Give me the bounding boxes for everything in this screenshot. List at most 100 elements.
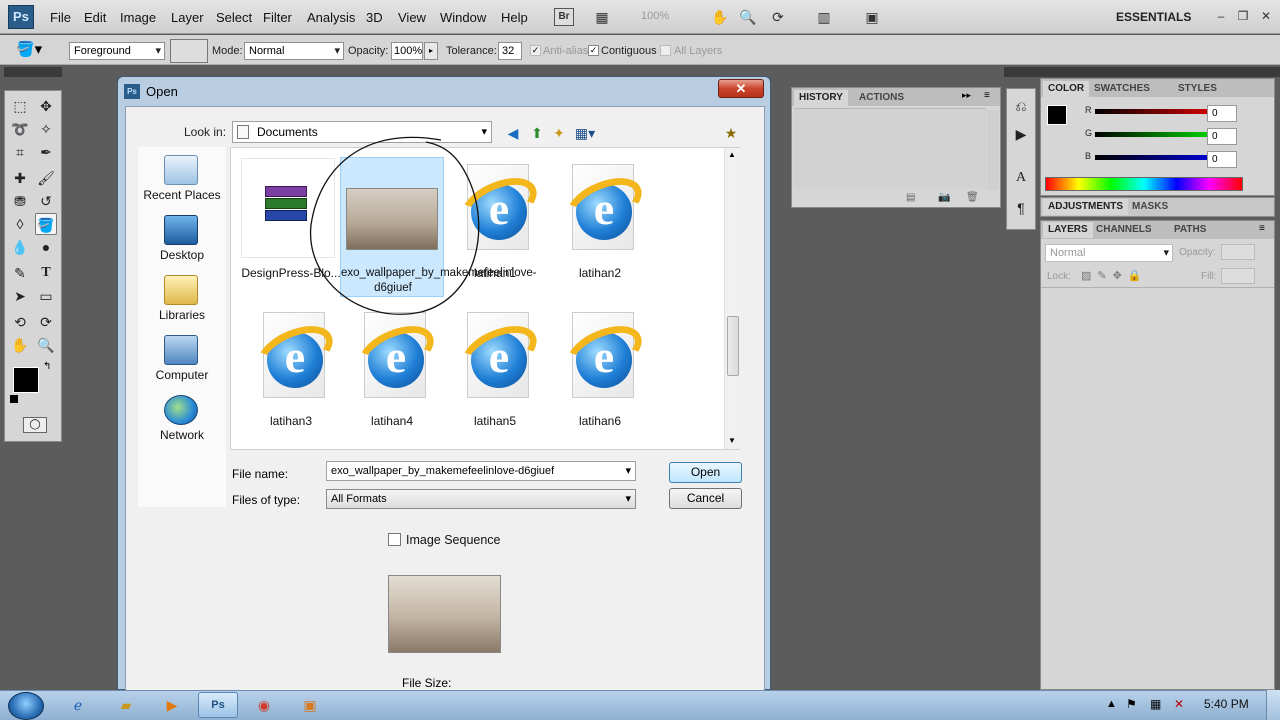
- close-icon[interactable]: ✕: [1257, 8, 1275, 24]
- marquee-tool-icon[interactable]: ⬚: [9, 95, 31, 117]
- arrange-documents-icon[interactable]: ▥: [812, 7, 836, 27]
- rotate-view-icon[interactable]: ⟳: [766, 7, 790, 27]
- photoshop-logo[interactable]: Ps: [8, 5, 34, 29]
- contiguous-checkbox[interactable]: ✓: [588, 45, 599, 56]
- eraser-tool-icon[interactable]: ◊: [9, 213, 31, 235]
- menu-edit[interactable]: Edit: [84, 10, 106, 25]
- clone-stamp-tool-icon[interactable]: ⛃: [9, 190, 31, 212]
- mode-select[interactable]: Normal: [244, 42, 344, 60]
- tolerance-field[interactable]: 32: [498, 42, 522, 60]
- b-value-field[interactable]: 0: [1207, 151, 1237, 168]
- new-folder-icon[interactable]: ✦: [550, 124, 568, 142]
- hand-tool-icon[interactable]: ✋: [708, 7, 732, 27]
- show-desktop-button[interactable]: [1266, 690, 1280, 720]
- menu-window[interactable]: Window: [440, 10, 486, 25]
- crop-tool-icon[interactable]: ⌗: [9, 141, 31, 163]
- opacity-field[interactable]: 100%: [391, 42, 423, 60]
- dialog-close-button[interactable]: ✕: [718, 79, 764, 98]
- scroll-down-arrow-icon[interactable]: ▼: [728, 436, 736, 445]
- history-brush-tool-icon[interactable]: ↺: [35, 190, 57, 212]
- 3d-rotate-tool-icon[interactable]: ⟲: [9, 311, 31, 333]
- lasso-tool-icon[interactable]: ➰: [9, 118, 31, 140]
- blur-tool-icon[interactable]: 💧: [9, 236, 31, 258]
- zoom-level-select[interactable]: 100%: [641, 10, 669, 22]
- menu-file[interactable]: File: [50, 10, 71, 25]
- menu-layer[interactable]: Layer: [171, 10, 204, 25]
- taskbar-ie-icon[interactable]: ℯ: [58, 692, 98, 718]
- fill-source-select[interactable]: Foreground: [69, 42, 165, 60]
- tab-channels[interactable]: CHANNELS: [1091, 222, 1157, 238]
- fill-field[interactable]: [1221, 268, 1255, 284]
- layer-opacity-field[interactable]: [1221, 244, 1255, 260]
- network-tray-icon[interactable]: ▦: [1150, 697, 1161, 711]
- foreground-color-swatch[interactable]: [13, 367, 39, 393]
- favorites-icon[interactable]: ★: [722, 124, 740, 142]
- taskbar-paint-icon[interactable]: ▣: [290, 692, 330, 718]
- tab-color[interactable]: COLOR: [1043, 81, 1090, 97]
- action-center-flag-icon[interactable]: ⚑: [1126, 697, 1137, 711]
- dodge-tool-icon[interactable]: ●: [35, 236, 57, 258]
- place-recent[interactable]: Recent Places: [138, 155, 226, 215]
- paint-bucket-preset-icon[interactable]: 🪣▾: [16, 40, 46, 60]
- brush-tool-icon[interactable]: 🖌: [35, 167, 57, 189]
- zoom-tool-icon[interactable]: 🔍: [736, 7, 760, 27]
- hand-tool-icon[interactable]: ✋: [9, 334, 31, 356]
- scrollbar-thumb[interactable]: [727, 316, 739, 376]
- menu-image[interactable]: Image: [120, 10, 156, 25]
- eyedropper-tool-icon[interactable]: ✒: [35, 141, 57, 163]
- history-panel-icon[interactable]: ⎌: [1010, 95, 1032, 117]
- default-colors-icon[interactable]: [10, 395, 18, 403]
- menu-view[interactable]: View: [398, 10, 426, 25]
- file-name-input[interactable]: exo_wallpaper_by_makemefeelinlove-d6giue…: [326, 461, 636, 481]
- blend-mode-select[interactable]: Normal: [1045, 244, 1173, 262]
- cancel-button[interactable]: Cancel: [669, 488, 742, 509]
- move-tool-icon[interactable]: ✥: [35, 95, 57, 117]
- anti-alias-checkbox[interactable]: ✓: [530, 45, 541, 56]
- color-spectrum-bar[interactable]: [1045, 177, 1243, 191]
- tab-adjustments[interactable]: ADJUSTMENTS: [1043, 199, 1129, 215]
- show-hidden-icons-icon[interactable]: ▲: [1106, 698, 1117, 710]
- opacity-slider-arrow-icon[interactable]: ▸: [424, 42, 438, 60]
- collapse-panel-icon[interactable]: ▸▸: [962, 90, 971, 101]
- view-extras-icon[interactable]: ▦: [590, 7, 614, 27]
- place-desktop[interactable]: Desktop: [138, 215, 226, 275]
- 3d-orbit-tool-icon[interactable]: ⟳: [35, 311, 57, 333]
- taskbar-clock[interactable]: 5:40 PM: [1204, 697, 1249, 711]
- tab-layers[interactable]: LAYERS: [1043, 222, 1093, 238]
- new-document-from-state-icon[interactable]: ▤: [906, 192, 915, 203]
- tools-panel-header[interactable]: [4, 67, 62, 77]
- tab-swatches[interactable]: SWATCHES: [1089, 81, 1155, 97]
- image-sequence-checkbox[interactable]: [388, 533, 401, 546]
- pattern-picker[interactable]: [170, 39, 208, 63]
- menu-select[interactable]: Select: [216, 10, 252, 25]
- menu-filter[interactable]: Filter: [263, 10, 292, 25]
- screen-mode-icon[interactable]: ▣: [860, 7, 884, 27]
- new-snapshot-icon[interactable]: 📷: [938, 192, 950, 203]
- back-icon[interactable]: ◀: [504, 124, 522, 142]
- magic-wand-tool-icon[interactable]: ✧: [35, 118, 57, 140]
- taskbar-photoshop-icon[interactable]: Ps: [198, 692, 238, 718]
- history-scrollbar[interactable]: [987, 110, 999, 190]
- delete-state-icon[interactable]: 🗑: [966, 192, 979, 203]
- tab-masks[interactable]: MASKS: [1127, 199, 1173, 215]
- taskbar-chrome-icon[interactable]: ◉: [244, 692, 284, 718]
- view-menu-icon[interactable]: ▦▾: [572, 124, 598, 142]
- character-panel-icon[interactable]: A: [1010, 167, 1032, 189]
- healing-brush-tool-icon[interactable]: ✚: [9, 167, 31, 189]
- paragraph-panel-icon[interactable]: ¶: [1010, 197, 1032, 219]
- foreground-color-swatch[interactable]: [1047, 105, 1067, 125]
- type-tool-icon[interactable]: T: [35, 262, 57, 284]
- panel-menu-icon[interactable]: ≡: [1259, 223, 1265, 234]
- tab-styles[interactable]: STYLES: [1173, 81, 1222, 97]
- bridge-button[interactable]: Br: [554, 8, 574, 26]
- zoom-tool-icon[interactable]: 🔍: [35, 334, 57, 356]
- open-button[interactable]: Open: [669, 462, 742, 483]
- files-of-type-select[interactable]: All Formats: [326, 489, 636, 509]
- minimize-icon[interactable]: –: [1212, 8, 1230, 24]
- tab-paths[interactable]: PATHS: [1169, 222, 1211, 238]
- quick-mask-icon[interactable]: ◯: [23, 417, 47, 433]
- paint-bucket-tool-icon[interactable]: 🪣: [35, 213, 57, 235]
- panel-menu-icon[interactable]: ≡: [984, 90, 990, 101]
- menu-3d[interactable]: 3D: [366, 10, 383, 25]
- lock-icons[interactable]: ▨✎✥🔒: [1081, 269, 1148, 282]
